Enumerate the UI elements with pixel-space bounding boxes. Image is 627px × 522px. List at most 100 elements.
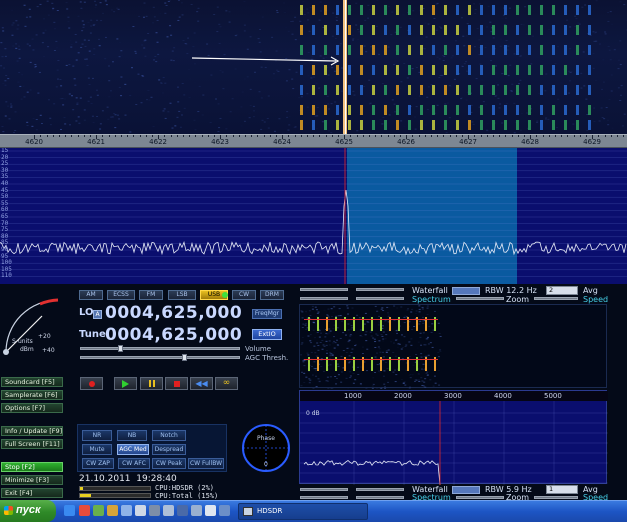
- full-screen-button[interactable]: Full Screen [F11]: [1, 439, 63, 449]
- window-icon[interactable]: [149, 505, 160, 516]
- af-waterfall-zoom-arrows[interactable]: [452, 486, 480, 494]
- nr-button[interactable]: NR: [82, 430, 112, 441]
- window2-icon[interactable]: [163, 505, 174, 516]
- cw-afc-button[interactable]: CW AFC: [118, 458, 150, 469]
- af-spectrum-contrast-slider[interactable]: [356, 496, 404, 499]
- taskbar-hdsdr-button[interactable]: HDSDR: [238, 503, 368, 520]
- lo-tag-button[interactable]: A: [93, 310, 102, 319]
- af-waterfall-contrast-slider[interactable]: [356, 488, 404, 491]
- frequency-tick: [610, 135, 612, 137]
- app-icon[interactable]: [135, 505, 146, 516]
- waterfall-brightness-slider[interactable]: [300, 288, 348, 291]
- stop-playback-button[interactable]: [165, 377, 188, 390]
- agc-med-button[interactable]: AGC Med: [117, 444, 149, 455]
- window6-icon[interactable]: [219, 505, 230, 516]
- exit-button[interactable]: Exit [F4]: [1, 488, 63, 498]
- s-units-label: S-units: [12, 338, 33, 345]
- cw-zap-button[interactable]: CW ZAP: [82, 458, 114, 469]
- zoom-slider[interactable]: [456, 297, 504, 300]
- frequency-ruler[interactable]: 4620 4621 4622 4623 4624 4625 4626 4627 4628 4629: [0, 134, 627, 148]
- mode-button-cw[interactable]: CW: [232, 290, 256, 300]
- lo-frequency[interactable]: 0004,625,000: [105, 303, 242, 323]
- cw-fullbw-button[interactable]: CW FullBW: [188, 458, 224, 469]
- dbm-label: dBm: [20, 346, 34, 353]
- despread-button[interactable]: Despread: [152, 444, 186, 455]
- record-button[interactable]: [80, 377, 103, 390]
- mute-button[interactable]: Mute: [82, 444, 112, 455]
- frequency-tick: [46, 135, 48, 137]
- windows-logo-icon: [4, 506, 13, 515]
- loop-button[interactable]: ∞: [215, 377, 238, 390]
- stop-button[interactable]: Stop [F2]: [1, 462, 63, 472]
- extio-button[interactable]: ExtIO: [252, 329, 282, 340]
- mode-button-drm[interactable]: DRM: [260, 290, 284, 300]
- af-spectrum-brightness-slider[interactable]: [300, 496, 348, 499]
- notch-button[interactable]: Notch: [152, 430, 186, 441]
- tune-frequency[interactable]: 0004,625,000: [105, 325, 242, 345]
- spectrum-contrast-slider[interactable]: [356, 297, 404, 300]
- folder-icon[interactable]: [107, 505, 118, 516]
- window3-icon[interactable]: [177, 505, 188, 516]
- frequency-tick: [517, 135, 519, 137]
- ie-icon[interactable]: [64, 505, 75, 516]
- af-speed-slider[interactable]: [534, 496, 578, 499]
- window5-icon[interactable]: [205, 505, 216, 516]
- freqmgr-button[interactable]: FreqMgr: [252, 309, 282, 319]
- mode-button-fm[interactable]: FM: [139, 290, 163, 300]
- volume-slider[interactable]: [80, 347, 240, 350]
- quicklaunch-icon[interactable]: [93, 505, 104, 516]
- frequency-tick: [102, 135, 104, 137]
- plus20-label: +20: [38, 333, 51, 340]
- af-zoom-slider[interactable]: [456, 496, 504, 499]
- main-waterfall[interactable]: [0, 0, 627, 134]
- speed-slider[interactable]: [534, 297, 578, 300]
- frequency-tick: [486, 135, 488, 137]
- cw-peak-button[interactable]: CW Peak: [152, 458, 186, 469]
- opera-icon[interactable]: [79, 505, 90, 516]
- volume-slider-thumb[interactable]: [118, 345, 123, 352]
- af-waterfall-brightness-slider[interactable]: [300, 488, 348, 491]
- frequency-tick: [71, 135, 73, 137]
- frequency-tick: [83, 135, 85, 137]
- frequency-tick: [238, 135, 240, 137]
- rewind-button[interactable]: ◀◀: [190, 377, 213, 390]
- options-button[interactable]: Options [F7]: [1, 403, 63, 413]
- rbw-label: RBW 12.2 Hz: [485, 286, 537, 295]
- spectrum-brightness-slider[interactable]: [300, 297, 348, 300]
- frequency-tick: [499, 135, 501, 137]
- frequency-tick-label: 4621: [87, 138, 106, 146]
- soundcard-button[interactable]: Soundcard [F5]: [1, 377, 63, 387]
- af-waterfall[interactable]: [299, 304, 607, 390]
- waterfall-zoom-arrows[interactable]: [452, 287, 480, 295]
- play-button[interactable]: [114, 377, 137, 390]
- frequency-tick-label: 4629: [583, 138, 602, 146]
- desktop-icon[interactable]: [121, 505, 132, 516]
- frequency-tick: [567, 135, 569, 137]
- mode-button-lsb[interactable]: LSB: [168, 290, 196, 300]
- pause-button[interactable]: [140, 377, 163, 390]
- frequency-tick: [213, 135, 215, 137]
- frequency-tick-label: 4624: [273, 138, 292, 146]
- cpu-total-bar: [79, 493, 151, 498]
- samplerate-button[interactable]: Samplerate [F6]: [1, 390, 63, 400]
- zoom-label: Zoom: [506, 295, 530, 304]
- agc-threshold-slider[interactable]: [80, 356, 240, 359]
- waterfall-contrast-slider[interactable]: [356, 288, 404, 291]
- avg-select[interactable]: 2: [546, 286, 578, 295]
- mode-button-am[interactable]: AM: [79, 290, 103, 300]
- agc-threshold-slider-thumb[interactable]: [182, 354, 187, 361]
- info-update-button[interactable]: Info / Update [F9]: [1, 426, 63, 436]
- taskbar-hdsdr-label: HDSDR: [257, 507, 283, 515]
- frequency-tick: [207, 135, 209, 137]
- window4-icon[interactable]: [191, 505, 202, 516]
- nb-button[interactable]: NB: [117, 430, 147, 441]
- start-button[interactable]: пуск: [0, 500, 56, 522]
- minimize-button[interactable]: Minimize [F3]: [1, 475, 63, 485]
- frequency-tick: [604, 135, 606, 137]
- af-spectrum[interactable]: 1000 2000 3000 4000 5000 0 dB: [299, 390, 608, 486]
- main-spectrum[interactable]: 15 20 25 30 35 40 45 50 55 60 65 70 75 80 85 90 95 100 105…: [0, 148, 627, 284]
- cpu-hdsdr-bar: [79, 486, 151, 491]
- mode-button-ecss[interactable]: ECSS: [107, 290, 135, 300]
- s-meter: [3, 298, 59, 355]
- af-avg-select[interactable]: 1: [546, 485, 578, 494]
